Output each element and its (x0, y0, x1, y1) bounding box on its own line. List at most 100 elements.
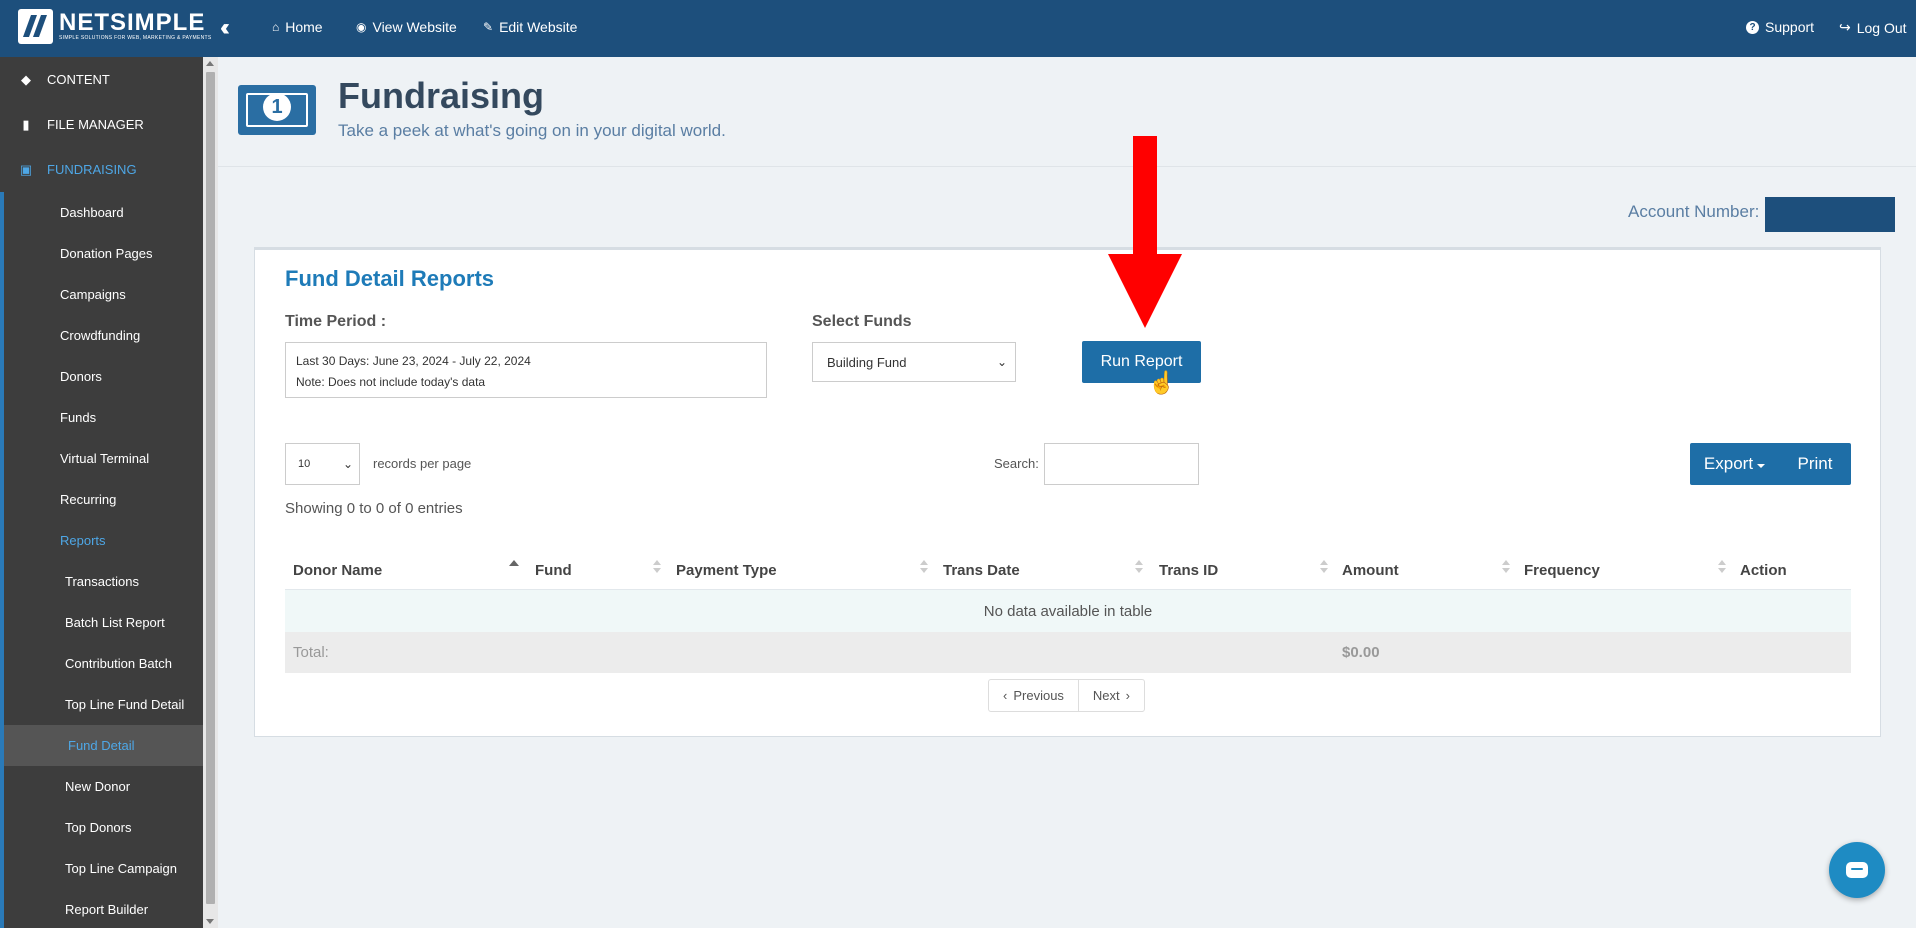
logout-label: Log Out (1856, 19, 1907, 36)
money-bill-icon: 1 (238, 85, 316, 135)
sidebar-item-dashboard[interactable]: Dashboard (0, 192, 203, 233)
page-subtitle: Take a peek at what's going on in your d… (338, 121, 726, 140)
sidebar-item-top-line-campaign[interactable]: Top Line Campaign (0, 848, 203, 889)
sort-icon[interactable] (920, 560, 928, 574)
sidebar-item-new-donor[interactable]: New Donor (0, 766, 203, 807)
column-action: Action (1740, 562, 1787, 579)
sidebar-item-fund-detail[interactable]: Fund Detail (0, 725, 203, 766)
nav-view-website-label: View Website (372, 19, 457, 35)
column-trans-date[interactable]: Trans Date (943, 562, 1020, 579)
nav-edit-website-label: Edit Website (499, 19, 578, 35)
question-icon: ? (1746, 20, 1759, 34)
sidebar-section-file-manager[interactable]: ▮ FILE MANAGER (0, 102, 203, 147)
edit-icon: ✎ (483, 20, 494, 34)
sort-icon[interactable] (1718, 560, 1726, 574)
sidebar-item-campaigns[interactable]: Campaigns (0, 274, 203, 315)
scroll-up-icon[interactable] (206, 61, 214, 66)
sort-icon[interactable] (1502, 560, 1510, 574)
next-button[interactable]: Next › (1077, 680, 1144, 711)
eye-icon: ◉ (356, 20, 367, 34)
sidebar-item-transactions[interactable]: Transactions (0, 561, 203, 602)
report-title: Fund Detail Reports (285, 266, 495, 291)
sidebar-item-donation-pages[interactable]: Donation Pages (0, 233, 203, 274)
fund-select-value: Building Fund (827, 354, 907, 370)
sidebar-item-funds[interactable]: Funds (0, 397, 203, 438)
total-label: Total: (293, 644, 329, 661)
support-label: Support (1765, 19, 1815, 35)
export-button[interactable]: Export (1690, 443, 1779, 485)
collapse-sidebar-icon[interactable]: ‹‹ (220, 14, 230, 42)
sidebar-section-fundraising[interactable]: ▣ FUNDRAISING (0, 147, 203, 192)
sidebar: ◆ CONTENT ▮ FILE MANAGER ▣ FUNDRAISING D… (0, 57, 203, 928)
money-icon: ▣ (19, 161, 33, 177)
page-size-select[interactable]: 10 ⌄ (285, 443, 360, 485)
select-funds-label: Select Funds (812, 313, 912, 330)
sidebar-item-recurring[interactable]: Recurring (0, 479, 203, 520)
sidebar-item-batch-list-report[interactable]: Batch List Report (0, 602, 203, 643)
pagination: ‹ Previous Next › (988, 679, 1145, 712)
sort-asc-icon[interactable] (509, 560, 519, 566)
sidebar-item-crowdfunding[interactable]: Crowdfunding (0, 315, 203, 356)
sort-icon[interactable] (1320, 560, 1328, 574)
time-period-picker[interactable]: Last 30 Days: June 23, 2024 - July 22, 2… (285, 342, 767, 398)
period-note: Note: Does not include today's data (296, 375, 486, 389)
sidebar-item-top-donors[interactable]: Top Donors (0, 807, 203, 848)
column-frequency[interactable]: Frequency (1524, 562, 1600, 579)
nav-edit-website[interactable]: ✎ Edit Website (483, 19, 577, 35)
sidebar-item-reports[interactable]: Reports (0, 520, 203, 561)
next-label: Next (1092, 688, 1120, 703)
nav-view-website[interactable]: ◉ View Website (356, 19, 457, 35)
logout-link[interactable]: ↪ Log Out (1839, 19, 1907, 36)
fund-detail-report-card: Fund Detail Reports Time Period : Last 3… (254, 247, 1881, 737)
column-amount[interactable]: Amount (1342, 562, 1399, 579)
sidebar-item-report-builder[interactable]: Report Builder (0, 889, 203, 928)
print-button[interactable]: Print (1779, 443, 1851, 485)
scroll-down-icon[interactable] (206, 919, 214, 924)
records-per-page-label: records per page (373, 456, 472, 471)
column-payment-type[interactable]: Payment Type (676, 562, 777, 579)
page-size-value: 10 (298, 458, 311, 470)
total-row: Total: $0.00 (285, 632, 1851, 673)
sort-icon[interactable] (653, 560, 661, 574)
sidebar-item-contribution-batch[interactable]: Contribution Batch (0, 643, 203, 684)
sidebar-item-virtual-terminal[interactable]: Virtual Terminal (0, 438, 203, 479)
support-link[interactable]: ? Support (1746, 19, 1814, 35)
column-trans-id[interactable]: Trans ID (1159, 562, 1218, 579)
sidebar-item-top-line-fund-detail[interactable]: Top Line Fund Detail (0, 684, 203, 725)
account-number-value (1765, 197, 1895, 232)
table-header: Donor Name Fund Payment Type Trans Date … (285, 552, 1851, 590)
chevron-down-icon: ⌄ (342, 457, 353, 471)
run-report-button[interactable]: Run Report (1082, 341, 1201, 383)
account-number-label: Account Number: (1628, 202, 1760, 221)
total-amount: $0.00 (1342, 644, 1380, 661)
sort-icon[interactable] (1135, 560, 1143, 574)
search-label: Search: (994, 456, 1039, 471)
sidebar-scrollbar[interactable] (203, 57, 218, 928)
folder-icon: ▮ (22, 116, 30, 132)
previous-button[interactable]: ‹ Previous (989, 680, 1078, 711)
fund-select[interactable]: Building Fund ⌄ (812, 342, 1016, 382)
sidebar-item-donors[interactable]: Donors (0, 356, 203, 397)
page-header: 1 Fundraising Take a peek at what's goin… (218, 57, 1916, 167)
empty-table-message: No data available in table (285, 590, 1851, 632)
nav-home[interactable]: ⌂ Home (272, 19, 323, 35)
column-donor-name[interactable]: Donor Name (293, 562, 382, 579)
chevron-down-icon: ⌄ (996, 355, 1007, 369)
diamond-icon: ◆ (21, 71, 31, 87)
column-fund[interactable]: Fund (535, 562, 572, 579)
logout-icon: ↪ (1839, 19, 1851, 35)
hand-cursor-icon: ☝ (1148, 370, 1176, 395)
sidebar-section-label: FUNDRAISING (47, 162, 137, 177)
red-arrow-shaft (1133, 136, 1157, 256)
search-input[interactable] (1044, 443, 1199, 485)
nav-home-label: Home (285, 19, 323, 35)
chevron-right-icon: › (1125, 688, 1130, 703)
netsimple-logo[interactable]: NETSIMPLE SIMPLE SOLUTIONS FOR WEB, MARK… (18, 9, 212, 44)
sidebar-section-label: FILE MANAGER (47, 117, 144, 132)
chat-button[interactable] (1829, 842, 1885, 898)
scrollbar-thumb[interactable] (206, 72, 215, 904)
sidebar-section-content[interactable]: ◆ CONTENT (0, 57, 203, 102)
logo-name: NETSIMPLE (59, 9, 206, 36)
entries-info: Showing 0 to 0 of 0 entries (285, 500, 463, 517)
chevron-left-icon: ‹ (1003, 688, 1008, 703)
